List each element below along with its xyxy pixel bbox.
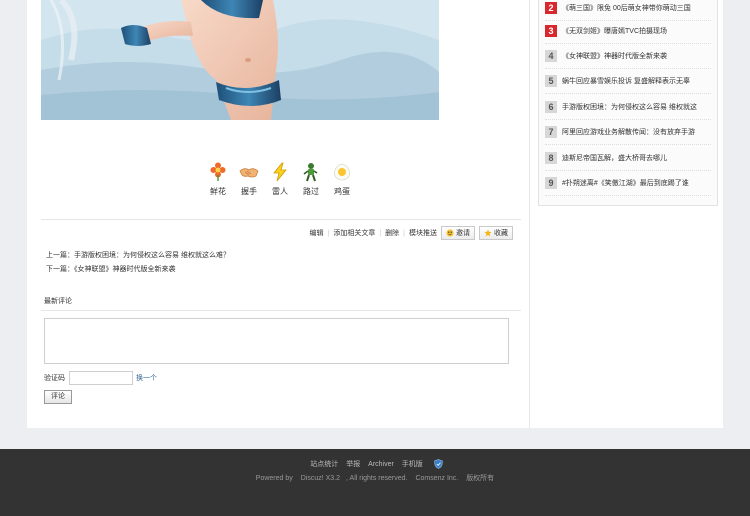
list-item[interactable]: 3 《无双剑姬》曝唐嫣TVC拍摄现场 [545, 18, 711, 44]
rank-number: 3 [545, 24, 557, 37]
captcha-input[interactable] [69, 371, 133, 385]
separator: | [327, 229, 330, 237]
edit-link[interactable]: 编辑 [310, 228, 324, 238]
reaction-label: 握手 [241, 187, 257, 196]
prev-article: 上一篇：手游版权困境：为何侵权这么容易 维权就这么难？ [46, 250, 230, 260]
article-actions: 编辑 | 添加相关文章 | 删除 | 模块推送 邀请 收藏 [310, 226, 513, 240]
rank-number: 9 [545, 176, 557, 189]
footer-link-archiver[interactable]: Archiver [368, 461, 394, 468]
reaction-label: 鲜花 [210, 187, 226, 196]
reaction-label: 鸡蛋 [334, 187, 350, 196]
rank-title[interactable]: 蜗牛回应暴雪娱乐投诉 复盛解释表示无辜 [562, 76, 690, 86]
invite-label: 邀请 [456, 230, 470, 237]
list-item[interactable]: 9 #扑朔迷离#《笑傲江湖》最后到底踢了谁 [545, 170, 711, 196]
reaction-flower[interactable]: 鲜花 [207, 162, 229, 197]
divider [41, 310, 521, 311]
reaction-handshake[interactable]: 握手 [238, 162, 260, 197]
hot-articles-list: 2 《萌三国》限免 00后萌女神带你萌动三国 3 《无双剑姬》曝唐嫣TVC拍摄现… [538, 0, 718, 206]
list-item[interactable]: 8 迪斯尼帝国瓦解，盛大桥哥去哪儿 [545, 145, 711, 171]
rank-title[interactable]: 《萌三国》限免 00后萌女神带你萌动三国 [562, 3, 691, 13]
reaction-bar: 鲜花 握手 雷人 路过 鸡蛋 [207, 162, 353, 197]
site-footer: 站点统计 举报 Archiver 手机版 Powered by Discuz! … [0, 449, 750, 516]
list-item[interactable]: 7 阿里回应游戏业务解散传闻：没有放弃手游 [545, 119, 711, 145]
shield-icon[interactable] [433, 459, 443, 469]
footer-link-mobile[interactable]: 手机版 [402, 461, 423, 468]
rank-number: 7 [545, 125, 557, 138]
footer-copyright: Powered by Discuz! X3.2 , All rights rese… [0, 473, 750, 483]
rank-title[interactable]: 《无双剑姬》曝唐嫣TVC拍摄现场 [562, 26, 667, 36]
add-related-link[interactable]: 添加相关文章 [333, 228, 375, 238]
powered-by: Powered by [255, 475, 293, 482]
column-divider [529, 0, 530, 428]
separator: | [403, 229, 405, 237]
rank-title[interactable]: 手游版权困境：为何侵权这么容易 维权就这 [562, 102, 697, 112]
list-item[interactable]: 4 《女神联盟》神器时代版全新来袭 [545, 43, 711, 69]
company-name[interactable]: Comsenz Inc. [415, 475, 458, 482]
rank-number: 5 [545, 74, 557, 87]
next-article-link[interactable]: 下一篇：《女神联盟》神器时代版全新来袭 [46, 266, 176, 273]
rank-number: 8 [545, 151, 557, 164]
flower-icon [210, 162, 226, 181]
rank-title[interactable]: #扑朔迷离#《笑傲江湖》最后到底踢了谁 [562, 178, 689, 188]
prev-article-link[interactable]: 上一篇：手游版权困境：为何侵权这么容易 维权就这么难？ [46, 252, 230, 259]
rank-number: 6 [545, 100, 557, 113]
delete-link[interactable]: 删除 [385, 228, 399, 238]
rank-number: 4 [545, 49, 557, 62]
walker-icon [303, 163, 318, 182]
comments-title: 最新评论 [44, 298, 72, 305]
submit-comment-button[interactable]: 评论 [44, 390, 72, 404]
captcha-refresh-link[interactable]: 换一个 [136, 373, 157, 383]
rank-title[interactable]: 迪斯尼帝国瓦解，盛大桥哥去哪儿 [562, 153, 667, 163]
footer-link-report[interactable]: 举报 [346, 461, 360, 468]
captcha-label: 验证码 [44, 375, 65, 382]
rank-number: 2 [545, 1, 557, 14]
separator: | [379, 229, 382, 237]
copyright-text: 版权所有 [466, 475, 495, 482]
handshake-icon [239, 168, 259, 178]
divider [41, 219, 521, 220]
comment-textarea[interactable] [44, 318, 509, 364]
next-article: 下一篇：《女神联盟》神器时代版全新来袭 [46, 264, 176, 274]
product-name[interactable]: Discuz! X3.2 [301, 475, 340, 482]
list-item[interactable]: 5 蜗牛回应暴雪娱乐投诉 复盛解释表示无辜 [545, 68, 711, 94]
list-item[interactable]: 6 手游版权困境：为何侵权这么容易 维权就这 [545, 94, 711, 120]
star-icon [484, 229, 492, 237]
reaction-lightning[interactable]: 雷人 [269, 162, 291, 197]
captcha-row: 验证码 换一个 [44, 371, 157, 385]
favorite-button[interactable]: 收藏 [479, 226, 513, 240]
footer-link-stats[interactable]: 站点统计 [310, 461, 338, 468]
reaction-walker[interactable]: 路过 [300, 162, 322, 197]
rank-title[interactable]: 阿里回应游戏业务解散传闻：没有放弃手游 [562, 127, 695, 137]
article-image [41, 0, 439, 120]
lightning-icon [273, 162, 287, 182]
push-link[interactable]: 模块推送 [409, 228, 437, 238]
favorite-label: 收藏 [494, 230, 508, 237]
reaction-label: 路过 [303, 187, 319, 196]
reaction-egg[interactable]: 鸡蛋 [331, 162, 353, 197]
invite-icon [446, 229, 454, 237]
footer-links: 站点统计 举报 Archiver 手机版 [0, 459, 750, 469]
reaction-label: 雷人 [272, 187, 288, 196]
rights-text: , All rights reserved. [346, 475, 408, 482]
egg-icon [334, 163, 350, 181]
rank-title[interactable]: 《女神联盟》神器时代版全新来袭 [562, 51, 667, 61]
invite-button[interactable]: 邀请 [441, 226, 475, 240]
